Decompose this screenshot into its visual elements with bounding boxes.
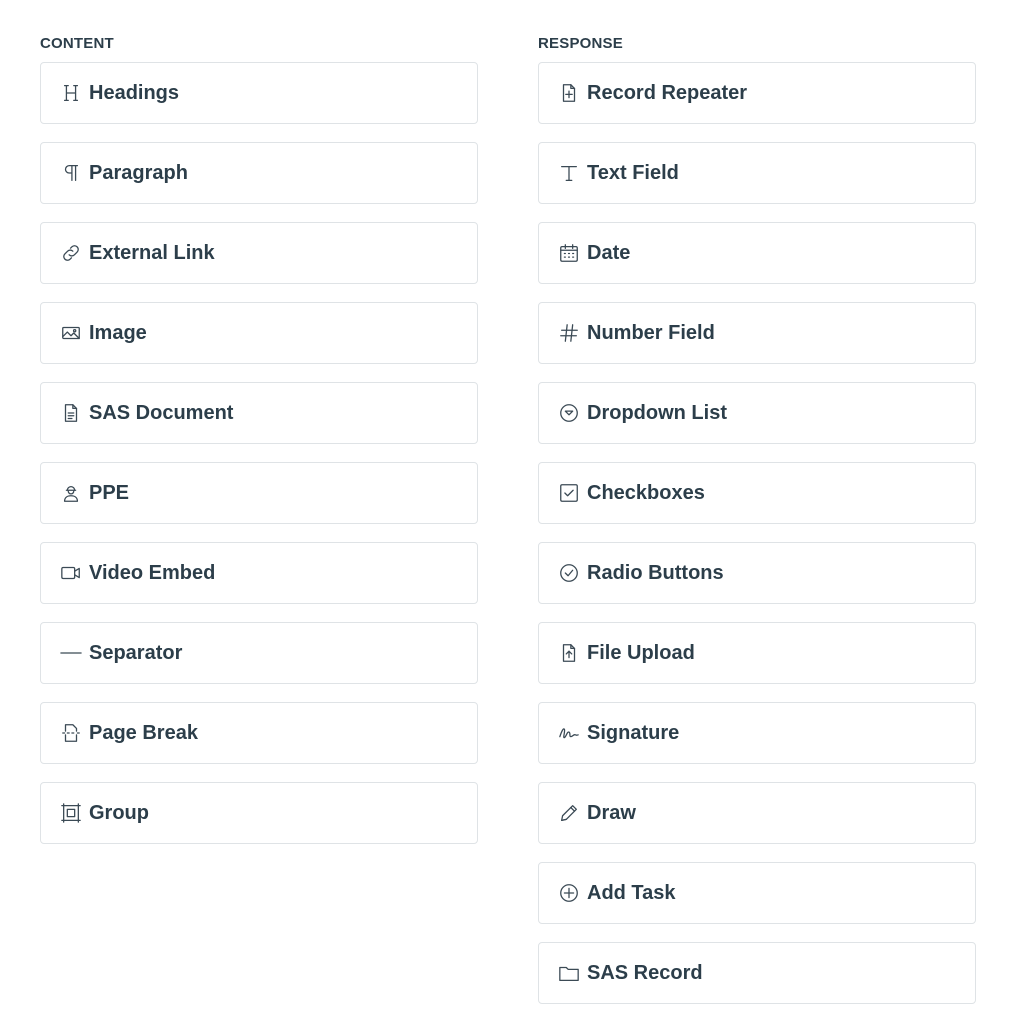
paragraph-icon: [59, 161, 83, 185]
folder-icon: [557, 961, 581, 985]
file-upload-icon: [557, 641, 581, 665]
image-icon: [59, 321, 83, 345]
checkbox-icon: [557, 481, 581, 505]
response-item-signature[interactable]: Signature: [538, 702, 976, 764]
item-label: SAS Record: [587, 961, 703, 984]
response-column: RESPONSE Record Repeater Text Field Date Nu…: [538, 34, 976, 1004]
content-item-group[interactable]: Group: [40, 782, 478, 844]
hash-icon: [557, 321, 581, 345]
item-label: Radio Buttons: [587, 561, 724, 584]
content-item-separator[interactable]: Separator: [40, 622, 478, 684]
item-label: File Upload: [587, 641, 695, 664]
response-item-checkboxes[interactable]: Checkboxes: [538, 462, 976, 524]
response-item-radio-buttons[interactable]: Radio Buttons: [538, 542, 976, 604]
content-item-page-break[interactable]: Page Break: [40, 702, 478, 764]
separator-icon: [59, 641, 83, 665]
document-icon: [59, 401, 83, 425]
response-item-text-field[interactable]: Text Field: [538, 142, 976, 204]
record-repeater-icon: [557, 81, 581, 105]
response-section-title: RESPONSE: [538, 35, 623, 52]
content-column: CONTENT Headings Paragraph External Link Im…: [40, 34, 478, 844]
content-item-list: Headings Paragraph External Link Image SAS D…: [40, 62, 478, 844]
response-item-list: Record Repeater Text Field Date Number Fiel…: [538, 62, 976, 1004]
calendar-icon: [557, 241, 581, 265]
response-item-add-task[interactable]: Add Task: [538, 862, 976, 924]
ppe-icon: [59, 481, 83, 505]
content-item-external-link[interactable]: External Link: [40, 222, 478, 284]
page-break-icon: [59, 721, 83, 745]
response-item-date[interactable]: Date: [538, 222, 976, 284]
item-label: Text Field: [587, 161, 679, 184]
radio-icon: [557, 561, 581, 585]
item-label: SAS Document: [89, 401, 234, 424]
item-label: Separator: [89, 641, 183, 664]
item-label: Paragraph: [89, 161, 188, 184]
item-label: Group: [89, 801, 149, 824]
item-label: Page Break: [89, 721, 198, 744]
item-label: External Link: [89, 241, 215, 264]
item-label: Number Field: [587, 321, 715, 344]
content-item-ppe[interactable]: PPE: [40, 462, 478, 524]
group-icon: [59, 801, 83, 825]
response-item-sas-record[interactable]: SAS Record: [538, 942, 976, 1004]
item-label: Record Repeater: [587, 81, 748, 104]
item-label: Date: [587, 241, 631, 264]
item-label: Signature: [587, 721, 680, 744]
link-icon: [59, 241, 83, 265]
response-item-record-repeater[interactable]: Record Repeater: [538, 62, 976, 124]
item-label: PPE: [89, 481, 130, 504]
content-section-title: CONTENT: [40, 35, 114, 52]
item-label: Add Task: [587, 881, 676, 904]
response-item-file-upload[interactable]: File Upload: [538, 622, 976, 684]
text-icon: [557, 161, 581, 185]
item-label: Image: [89, 321, 147, 344]
item-label: Checkboxes: [587, 481, 705, 504]
plus-circle-icon: [557, 881, 581, 905]
item-label: Video Embed: [89, 561, 216, 584]
content-item-video-embed[interactable]: Video Embed: [40, 542, 478, 604]
content-item-paragraph[interactable]: Paragraph: [40, 142, 478, 204]
item-label: Dropdown List: [587, 401, 727, 424]
response-item-draw[interactable]: Draw: [538, 782, 976, 844]
content-item-sas-document[interactable]: SAS Document: [40, 382, 478, 444]
heading-icon: [59, 81, 83, 105]
response-item-dropdown-list[interactable]: Dropdown List: [538, 382, 976, 444]
item-label: Draw: [587, 801, 636, 824]
item-label: Headings: [89, 81, 180, 104]
dropdown-icon: [557, 401, 581, 425]
signature-icon: [557, 721, 581, 745]
response-item-number-field[interactable]: Number Field: [538, 302, 976, 364]
video-icon: [59, 561, 83, 585]
content-item-image[interactable]: Image: [40, 302, 478, 364]
content-item-headings[interactable]: Headings: [40, 62, 478, 124]
pencil-icon: [557, 801, 581, 825]
